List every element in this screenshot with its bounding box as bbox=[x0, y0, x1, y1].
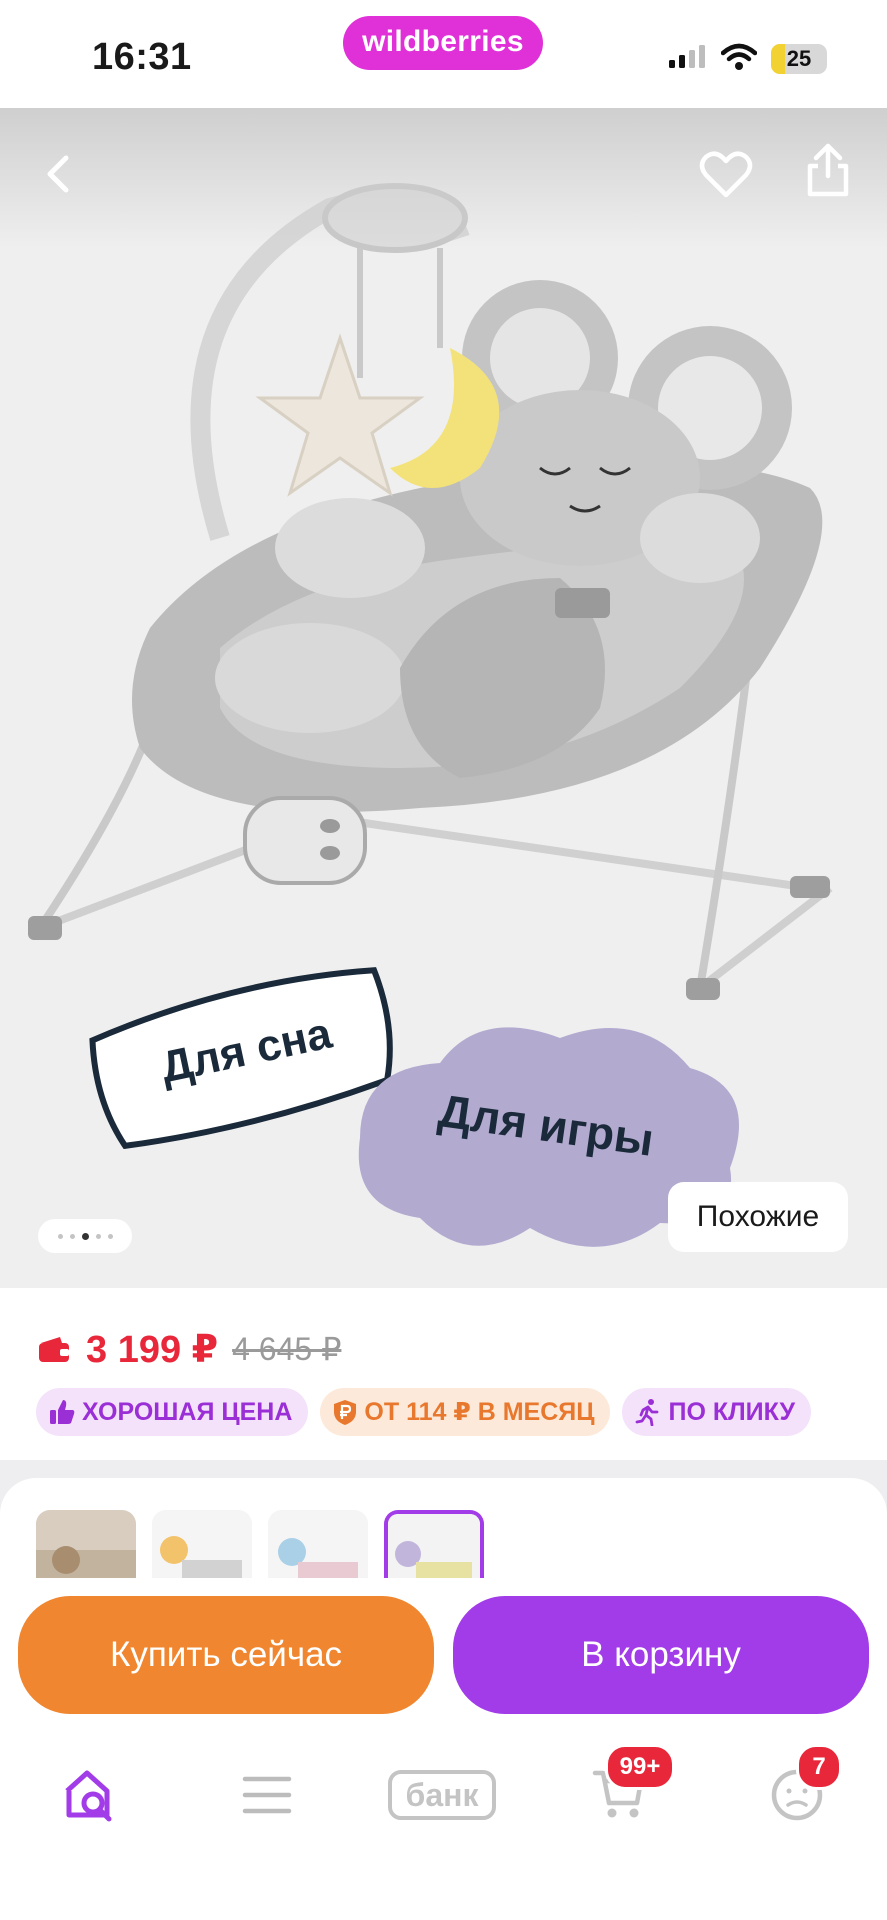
thumbnail[interactable] bbox=[268, 1510, 368, 1580]
badges: ХОРОШАЯ ЦЕНА ОТ 114 ₽ В МЕСЯЦ ПО КЛИКУ bbox=[36, 1388, 812, 1436]
tab-bank[interactable]: банк bbox=[384, 1760, 500, 1830]
badge-label: ХОРОШАЯ ЦЕНА bbox=[82, 1397, 293, 1426]
pager-dot bbox=[69, 1233, 75, 1239]
action-bar: Купить сейчас В корзину bbox=[0, 1578, 887, 1718]
status-time: 16:31 bbox=[92, 36, 192, 78]
pager-dot-active bbox=[81, 1232, 89, 1240]
price-card: 3 199 ₽ 4 645 ₽ ХОРОШАЯ ЦЕНА ОТ 114 ₽ В … bbox=[0, 1290, 887, 1460]
pager-dot bbox=[95, 1233, 101, 1239]
badge-one-click[interactable]: ПО КЛИКУ bbox=[622, 1388, 812, 1436]
shield-ruble-icon bbox=[334, 1400, 357, 1425]
price-old: 4 645 ₽ bbox=[232, 1331, 342, 1367]
thumbnail[interactable] bbox=[152, 1510, 252, 1580]
battery-level: 25 bbox=[786, 46, 812, 71]
favorite-button[interactable] bbox=[694, 142, 758, 206]
tab-catalog[interactable] bbox=[222, 1760, 312, 1830]
profile-badge: 7 bbox=[796, 1744, 842, 1790]
bank-label: банк bbox=[405, 1777, 479, 1813]
back-button[interactable] bbox=[26, 142, 90, 206]
price-row: 3 199 ₽ 4 645 ₽ bbox=[38, 1324, 341, 1374]
product-image[interactable]: Для сна Для игры Похожие bbox=[0, 108, 887, 1288]
brand-logo: wildberries bbox=[343, 16, 543, 70]
bank-icon: банк bbox=[388, 1770, 496, 1820]
thumbnail[interactable] bbox=[36, 1510, 136, 1580]
tab-bar: банк 99+ 7 bbox=[0, 1718, 887, 1920]
menu-icon bbox=[242, 1776, 292, 1814]
home-search-icon bbox=[65, 1770, 112, 1822]
badge-label: ПО КЛИКУ bbox=[668, 1397, 796, 1426]
running-person-icon bbox=[636, 1399, 659, 1426]
tab-home[interactable] bbox=[44, 1760, 134, 1830]
status-icons: 25 bbox=[669, 42, 827, 76]
badge-installment[interactable]: ОТ 114 ₽ В МЕСЯЦ bbox=[320, 1388, 611, 1436]
image-pager[interactable] bbox=[38, 1219, 132, 1253]
price-current: 3 199 ₽ bbox=[86, 1328, 219, 1371]
signal-icon bbox=[669, 44, 707, 75]
badge-good-price[interactable]: ХОРОШАЯ ЦЕНА bbox=[36, 1388, 309, 1436]
battery-icon: 25 bbox=[771, 44, 827, 74]
share-button[interactable] bbox=[796, 138, 860, 202]
wallet-icon bbox=[39, 1337, 69, 1362]
wifi-icon bbox=[720, 43, 758, 76]
pager-dot bbox=[107, 1233, 113, 1239]
chevron-left-icon bbox=[47, 155, 69, 193]
buy-now-button[interactable]: Купить сейчас bbox=[18, 1596, 434, 1714]
badge-label: ОТ 114 ₽ В МЕСЯЦ bbox=[364, 1398, 595, 1426]
pager-dot bbox=[57, 1233, 63, 1239]
status-bar: 16:31 wildberries 25 bbox=[0, 0, 887, 108]
share-icon bbox=[807, 143, 849, 197]
add-to-cart-button[interactable]: В корзину bbox=[453, 1596, 869, 1714]
cart-badge: 99+ bbox=[605, 1744, 675, 1790]
thumbnail-selected[interactable] bbox=[384, 1510, 484, 1580]
thumbs-up-icon bbox=[50, 1400, 75, 1424]
heart-icon bbox=[699, 151, 753, 198]
similar-button[interactable]: Похожие bbox=[668, 1182, 848, 1252]
